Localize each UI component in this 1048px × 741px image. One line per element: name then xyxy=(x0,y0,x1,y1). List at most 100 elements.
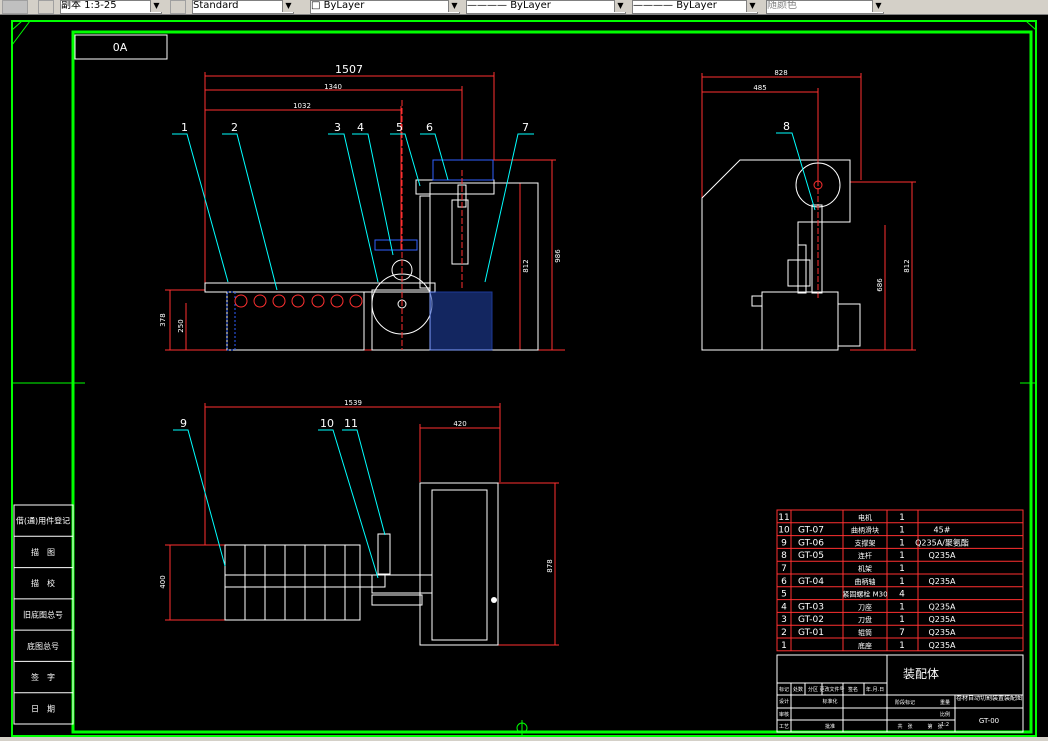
bom-code: GT-06 xyxy=(798,538,824,548)
tb-header-0: 标记 xyxy=(779,686,789,693)
dim-986: 986 xyxy=(554,249,562,263)
bom-qty: 1 xyxy=(899,551,905,561)
bom-material: Q235A xyxy=(928,602,956,611)
bom-qty: 1 xyxy=(899,577,905,587)
bom-qty: 1 xyxy=(899,538,905,548)
callout-4: 4 xyxy=(357,121,364,134)
bom-name: 刀盘 xyxy=(858,615,872,624)
bom-name: 机架 xyxy=(858,564,872,573)
tb-stage-label: 阶段标记 xyxy=(895,699,915,706)
bom-material: Q235A xyxy=(928,577,956,586)
bom-material: Q235A xyxy=(928,551,956,560)
bom-code: GT-03 xyxy=(798,602,824,612)
bom-name: 曲柄滑块 xyxy=(851,526,879,535)
stamp-label: 借(通)用件登记 xyxy=(16,516,70,526)
bom-name: 电机 xyxy=(858,513,872,522)
dim-878: 878 xyxy=(546,559,554,572)
bom-name: 支撑架 xyxy=(855,538,876,547)
chevron-down-icon[interactable]: ▼ xyxy=(614,0,626,12)
callout-11: 11 xyxy=(344,417,358,430)
linetype-select[interactable]: ———— ByLayer xyxy=(466,0,626,14)
tb-review: 审核 xyxy=(779,711,789,718)
bom-qty: 1 xyxy=(899,526,905,536)
layer-value: ByLayer xyxy=(323,0,365,11)
dim-420: 420 xyxy=(453,420,466,428)
tb-approve: 批准 xyxy=(825,723,835,730)
layer-select[interactable]: □ ByLayer xyxy=(310,0,460,14)
tb-header-2: 分区 xyxy=(808,686,818,693)
text-style-icon[interactable] xyxy=(170,0,186,14)
bom-code: GT-04 xyxy=(798,577,824,587)
tb-process: 工艺 xyxy=(779,724,789,730)
status-bar xyxy=(0,737,1048,741)
bom-qty: 1 xyxy=(899,602,905,612)
tb-weight-label: 重量 xyxy=(940,699,950,706)
bom-table: 11 电机 110 GT-07 曲柄滑块 1 45#9 GT-06 支撑架 1 Q235A/聚氨酯8… xyxy=(776,509,1024,652)
left-stamp-column: 借(通)用件登记描 图描 校旧底图总号底图总号签 字日 期 xyxy=(13,504,74,725)
plotstyle-value: 随颜色 xyxy=(767,0,797,11)
callout-9: 9 xyxy=(180,417,187,430)
top-view: 1539 420 878 400 9 10 11 xyxy=(159,399,559,646)
stamp-label: 签 字 xyxy=(31,672,55,682)
bom-no: 4 xyxy=(781,602,787,612)
chevron-down-icon[interactable]: ▼ xyxy=(872,0,884,12)
callout-1: 1 xyxy=(181,121,188,134)
chevron-down-icon[interactable]: ▼ xyxy=(448,0,460,12)
tb-sheet-count: 共 张 xyxy=(897,723,912,730)
dim-812-side: 812 xyxy=(903,259,911,272)
dim-1507: 1507 xyxy=(335,63,363,76)
dim-1539: 1539 xyxy=(344,399,362,407)
callout-3: 3 xyxy=(334,121,341,134)
callout-6: 6 xyxy=(426,121,433,134)
bom-no: 1 xyxy=(781,641,787,651)
bom-material: 45# xyxy=(934,526,951,535)
tb-header-3: 更改文件号 xyxy=(819,686,844,693)
bom-no: 11 xyxy=(778,513,789,523)
textstyle-select[interactable]: Standard xyxy=(192,0,294,14)
dim-1340: 1340 xyxy=(324,83,342,91)
bom-no: 10 xyxy=(778,526,790,536)
dim-812-front: 812 xyxy=(522,259,530,272)
linetype-value: ByLayer xyxy=(510,0,551,11)
chevron-down-icon[interactable]: ▼ xyxy=(150,0,162,12)
stamp-label: 底图总号 xyxy=(27,641,59,651)
tb-drawing-no: GT-00 xyxy=(979,717,999,725)
bom-material: Q235A xyxy=(928,615,956,624)
dim-686: 686 xyxy=(876,278,884,292)
tb-design-title: 卷材自动切割装置装配图 xyxy=(956,694,1022,702)
stamp-label: 描 校 xyxy=(31,578,55,588)
plotstyle-select[interactable]: 随颜色 xyxy=(766,0,884,14)
stamp-label: 日 期 xyxy=(31,704,55,713)
bom-material: Q235A xyxy=(928,641,956,650)
chevron-down-icon[interactable]: ▼ xyxy=(746,0,758,12)
drawing-canvas[interactable]: 0A 1507 1340 1032 812 986 378 250 1 2 3 … xyxy=(0,15,1048,741)
stamp-label: 旧底图总号 xyxy=(23,610,63,620)
chevron-down-icon[interactable]: ▼ xyxy=(282,0,294,12)
bom-no: 7 xyxy=(781,564,787,574)
bom-name: 连杆 xyxy=(858,551,872,560)
bom-name: 刀座 xyxy=(858,602,872,611)
dimension-style-icon[interactable] xyxy=(38,0,54,14)
callout-7: 7 xyxy=(522,121,529,134)
bom-name: 底座 xyxy=(858,641,872,650)
dimstyle-select[interactable]: 副本 1:3-25 xyxy=(60,0,162,14)
dimstyle-value: 副本 1:3-25 xyxy=(61,0,117,11)
stamp-label: 描 图 xyxy=(31,547,55,557)
callout-2: 2 xyxy=(231,121,238,134)
lineweight-select[interactable]: ———— ByLayer xyxy=(632,0,758,14)
tb-role-1: 设计 xyxy=(779,698,789,705)
side-view: 828 485 812 686 8 xyxy=(701,69,916,351)
bom-qty: 1 xyxy=(899,564,905,574)
bom-no: 9 xyxy=(781,538,787,548)
tb-scale-label: 比例 xyxy=(940,711,950,718)
callout-10: 10 xyxy=(320,417,334,430)
tb-header-4: 签名 xyxy=(848,686,858,693)
bom-name: 辊筒 xyxy=(858,628,872,637)
bom-name: 紧固螺栓 M30 xyxy=(842,590,887,599)
callout-5: 5 xyxy=(396,121,403,134)
dim-250: 250 xyxy=(177,319,185,332)
title-block: 标记 处数 分区 更改文件号 签名 年.月.日 设计 标准化 审核 工艺 批准 … xyxy=(776,654,1024,733)
dim-1032: 1032 xyxy=(293,102,311,110)
bom-code: GT-02 xyxy=(798,615,824,625)
bom-no: 8 xyxy=(781,551,787,561)
